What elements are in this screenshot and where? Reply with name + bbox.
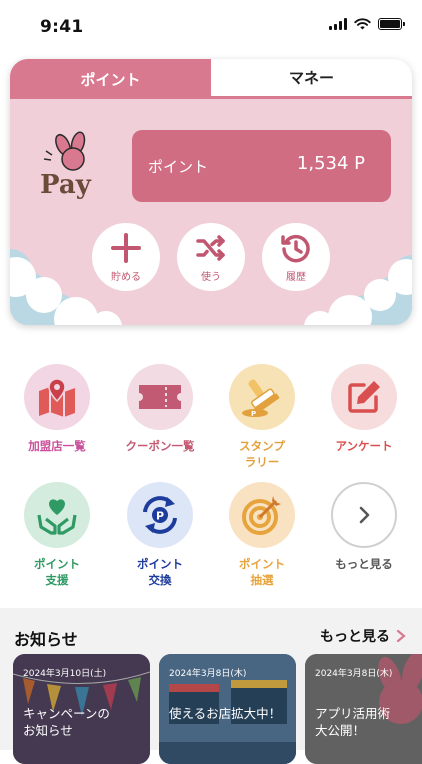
target-icon	[242, 496, 281, 535]
news-date: 2024年3月10日(土)	[23, 669, 107, 679]
points-value: 1,534 P	[296, 153, 365, 174]
menu-merchant-list[interactable]: 加盟店一覧	[7, 364, 107, 454]
map-pin-icon	[39, 378, 75, 417]
points-balance: ポイント 1,534 P	[132, 130, 391, 202]
menu-point-lottery[interactable]: ポイント 抽選	[212, 482, 312, 588]
menu-circle	[127, 364, 193, 430]
use-label: 使う	[201, 272, 221, 283]
news-date: 2024年3月8日(木)	[169, 669, 247, 679]
menu-label: スタンプ ラリー	[239, 439, 285, 469]
history-button[interactable]: 履歴	[262, 223, 330, 291]
wallet-tabs: ポイント マネー	[10, 59, 412, 99]
menu-survey[interactable]: アンケート	[314, 364, 414, 454]
menu-circle	[331, 364, 397, 430]
wallet-card: ポイント マネー Pay ポイント 1,534 P 貯める 使う 履歴	[10, 59, 412, 325]
status-time: 9:41	[40, 17, 84, 37]
earn-label: 貯める	[111, 272, 141, 283]
status-bar: 9:41	[0, 0, 422, 52]
tab-points[interactable]: ポイント	[10, 59, 211, 99]
pay-logo-text: Pay	[40, 170, 92, 200]
menu-more[interactable]: もっと見る	[314, 482, 414, 572]
news-card[interactable]: 2024年3月8日(木) 使えるお店拡大中！	[159, 654, 296, 764]
menu-circle	[229, 482, 295, 548]
battery-icon	[378, 18, 405, 30]
menu-label: ポイント 支援	[34, 557, 80, 587]
earn-button[interactable]: 貯める	[92, 223, 160, 291]
news-date: 2024年3月8日(木)	[315, 669, 393, 679]
news-text: 使えるお店拡大中！	[169, 706, 282, 721]
menu-point-support[interactable]: ポイント 支援	[7, 482, 107, 588]
exchange-icon: P	[143, 496, 177, 534]
menu-point-exchange[interactable]: P ポイント 交換	[110, 482, 210, 588]
svg-text:P: P	[251, 410, 256, 418]
menu-label: ポイント 交換	[137, 557, 183, 587]
wifi-icon	[354, 18, 371, 30]
chevron-right-icon	[396, 630, 406, 642]
menu-circle	[24, 482, 90, 548]
use-button[interactable]: 使う	[177, 223, 245, 291]
history-icon	[281, 234, 310, 263]
menu-circle: P	[229, 364, 295, 430]
cellular-signal-icon	[329, 18, 347, 30]
history-label: 履歴	[286, 272, 306, 283]
news-title: お知らせ	[14, 630, 78, 649]
menu-label: アンケート	[335, 439, 393, 453]
menu-stamp-rally[interactable]: P スタンプ ラリー	[212, 364, 312, 470]
news-card[interactable]: 2024年3月8日(木) アプリ活用術 大公開！	[305, 654, 422, 764]
points-label: ポイント	[148, 158, 209, 176]
svg-text:P: P	[156, 510, 164, 523]
news-card[interactable]: 2024年3月10日(土) キャンペーンの お知らせ	[13, 654, 150, 764]
shuffle-icon	[196, 235, 225, 261]
news-text: アプリ活用術 大公開！	[315, 706, 391, 738]
menu-circle	[24, 364, 90, 430]
plus-icon	[111, 233, 141, 263]
news-section: お知らせ もっと見る 2024年3月10日(土) キャンペーンの お知らせ 20…	[0, 608, 422, 764]
menu-label: クーポン一覧	[125, 439, 195, 453]
pay-logo: Pay	[40, 131, 92, 200]
menu-coupon-list[interactable]: クーポン一覧	[110, 364, 210, 454]
edit-icon	[348, 381, 380, 413]
menu-label: ポイント 抽選	[239, 557, 285, 587]
news-more-link[interactable]: もっと見る	[320, 626, 406, 646]
stamp-icon: P	[242, 379, 280, 418]
menu-circle: P	[127, 482, 193, 548]
menu-label: 加盟店一覧	[28, 439, 86, 453]
tab-money[interactable]: マネー	[211, 59, 412, 99]
menu-label: もっと見る	[335, 557, 393, 571]
menu-circle	[331, 482, 397, 548]
news-more-label: もっと見る	[320, 629, 390, 645]
status-icons	[329, 18, 405, 30]
chevron-right-icon	[359, 506, 370, 524]
heart-hands-icon	[37, 499, 77, 535]
news-text: キャンペーンの お知らせ	[23, 706, 110, 738]
ticket-icon	[139, 385, 181, 409]
